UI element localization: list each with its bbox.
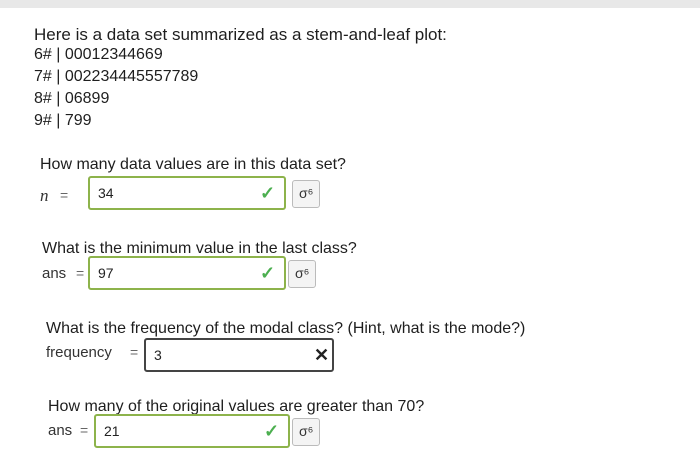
answer-3-value: 3 [154,347,162,363]
answer-4-value: 21 [104,423,120,439]
answer-preview-icon[interactable]: σ⁶ [292,180,320,208]
question-1-prompt: How many data values are in this data se… [40,156,346,173]
answer-1-value: 34 [98,185,114,201]
question-3-label: frequency [46,344,112,361]
answer-3-input[interactable]: 3 ✕ [144,338,334,372]
intro-text: Here is a data set summarized as a stem-… [34,25,447,44]
cross-icon: ✕ [314,345,330,365]
question-4-label: ans [48,422,73,439]
equals-sign: = [130,344,139,360]
check-icon: ✓ [260,263,276,283]
stem-line: 8# | 06899 [34,90,110,107]
check-icon: ✓ [260,183,276,203]
answer-1-input[interactable]: 34 ✓ [88,176,286,210]
page: Here is a data set summarized as a stem-… [0,0,700,456]
answer-preview-icon[interactable]: σ⁶ [292,418,320,446]
equals-sign: = [80,422,89,438]
answer-2-value: 97 [98,265,114,281]
top-bar [0,0,700,8]
question-1-label: n [40,186,49,205]
question-3-prompt: What is the frequency of the modal class… [46,320,526,337]
answer-preview-icon[interactable]: σ⁶ [288,260,316,288]
equals-sign: = [60,187,69,203]
check-icon: ✓ [264,421,280,441]
stem-line: 6# | 00012344669 [34,46,163,63]
equals-sign: = [76,265,85,281]
stem-line: 7# | 002234445557789 [34,68,199,85]
stem-line: 9# | 799 [34,112,92,129]
question-2-label: ans [42,265,67,282]
answer-2-input[interactable]: 97 ✓ [88,256,286,290]
answer-4-input[interactable]: 21 ✓ [94,414,290,448]
